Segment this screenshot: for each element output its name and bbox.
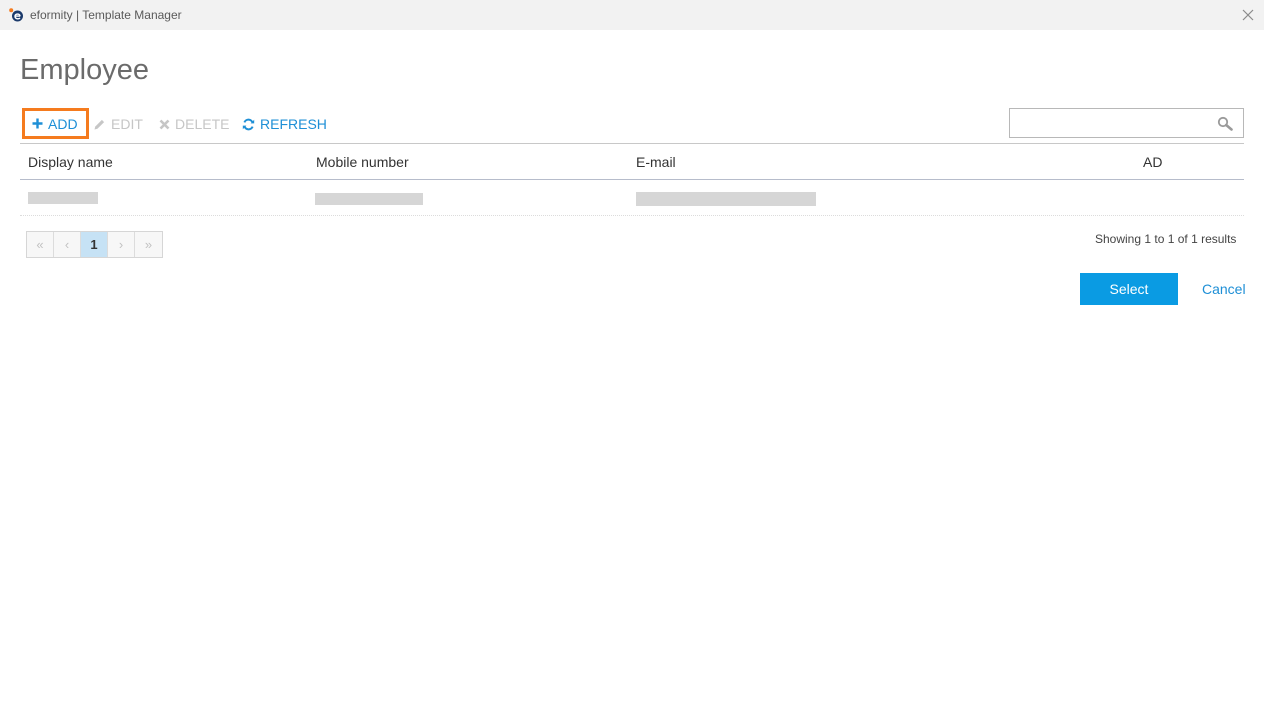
column-header-mobile-number[interactable]: Mobile number <box>316 154 409 170</box>
edit-button-label: EDIT <box>111 116 143 132</box>
eformity-logo-icon <box>9 8 23 22</box>
cancel-link[interactable]: Cancel <box>1202 281 1246 297</box>
display-name-cell <box>28 192 98 204</box>
pagination: « ‹ 1 › » <box>26 231 163 258</box>
mobile-number-cell <box>315 193 423 205</box>
close-icon[interactable] <box>1238 6 1258 24</box>
table-header: Display name Mobile number E-mail AD <box>20 143 1244 180</box>
search-box <box>1009 108 1244 138</box>
refresh-button[interactable]: REFRESH <box>242 113 327 135</box>
x-icon <box>159 119 170 129</box>
email-cell <box>636 192 816 206</box>
delete-button-label: DELETE <box>175 116 230 132</box>
previous-page-button[interactable]: ‹ <box>54 232 81 257</box>
select-button[interactable]: Select <box>1080 273 1178 305</box>
pencil-icon <box>94 119 105 129</box>
refresh-icon <box>242 118 255 130</box>
page-button-current[interactable]: 1 <box>81 232 108 257</box>
column-header-display-name[interactable]: Display name <box>28 154 113 170</box>
plus-icon <box>32 118 43 129</box>
add-button[interactable]: ADD <box>22 108 89 139</box>
add-button-label: ADD <box>48 115 78 132</box>
results-count: Showing 1 to 1 of 1 results <box>1095 232 1237 246</box>
column-header-email[interactable]: E-mail <box>636 154 676 170</box>
title-bar: eformity | Template Manager <box>0 0 1264 30</box>
page-title: Employee <box>20 54 149 86</box>
refresh-button-label: REFRESH <box>260 116 327 132</box>
last-page-button[interactable]: » <box>135 232 162 257</box>
window-title: eformity | Template Manager <box>30 8 182 22</box>
column-header-ad[interactable]: AD <box>1143 154 1162 170</box>
search-input[interactable] <box>1010 109 1210 137</box>
employee-table: Display name Mobile number E-mail AD <box>20 143 1244 216</box>
search-icon[interactable] <box>1217 116 1234 131</box>
table-row[interactable] <box>20 180 1244 216</box>
first-page-button[interactable]: « <box>27 232 54 257</box>
delete-button[interactable]: DELETE <box>159 113 229 135</box>
next-page-button[interactable]: › <box>108 232 135 257</box>
edit-button[interactable]: EDIT <box>93 113 143 135</box>
